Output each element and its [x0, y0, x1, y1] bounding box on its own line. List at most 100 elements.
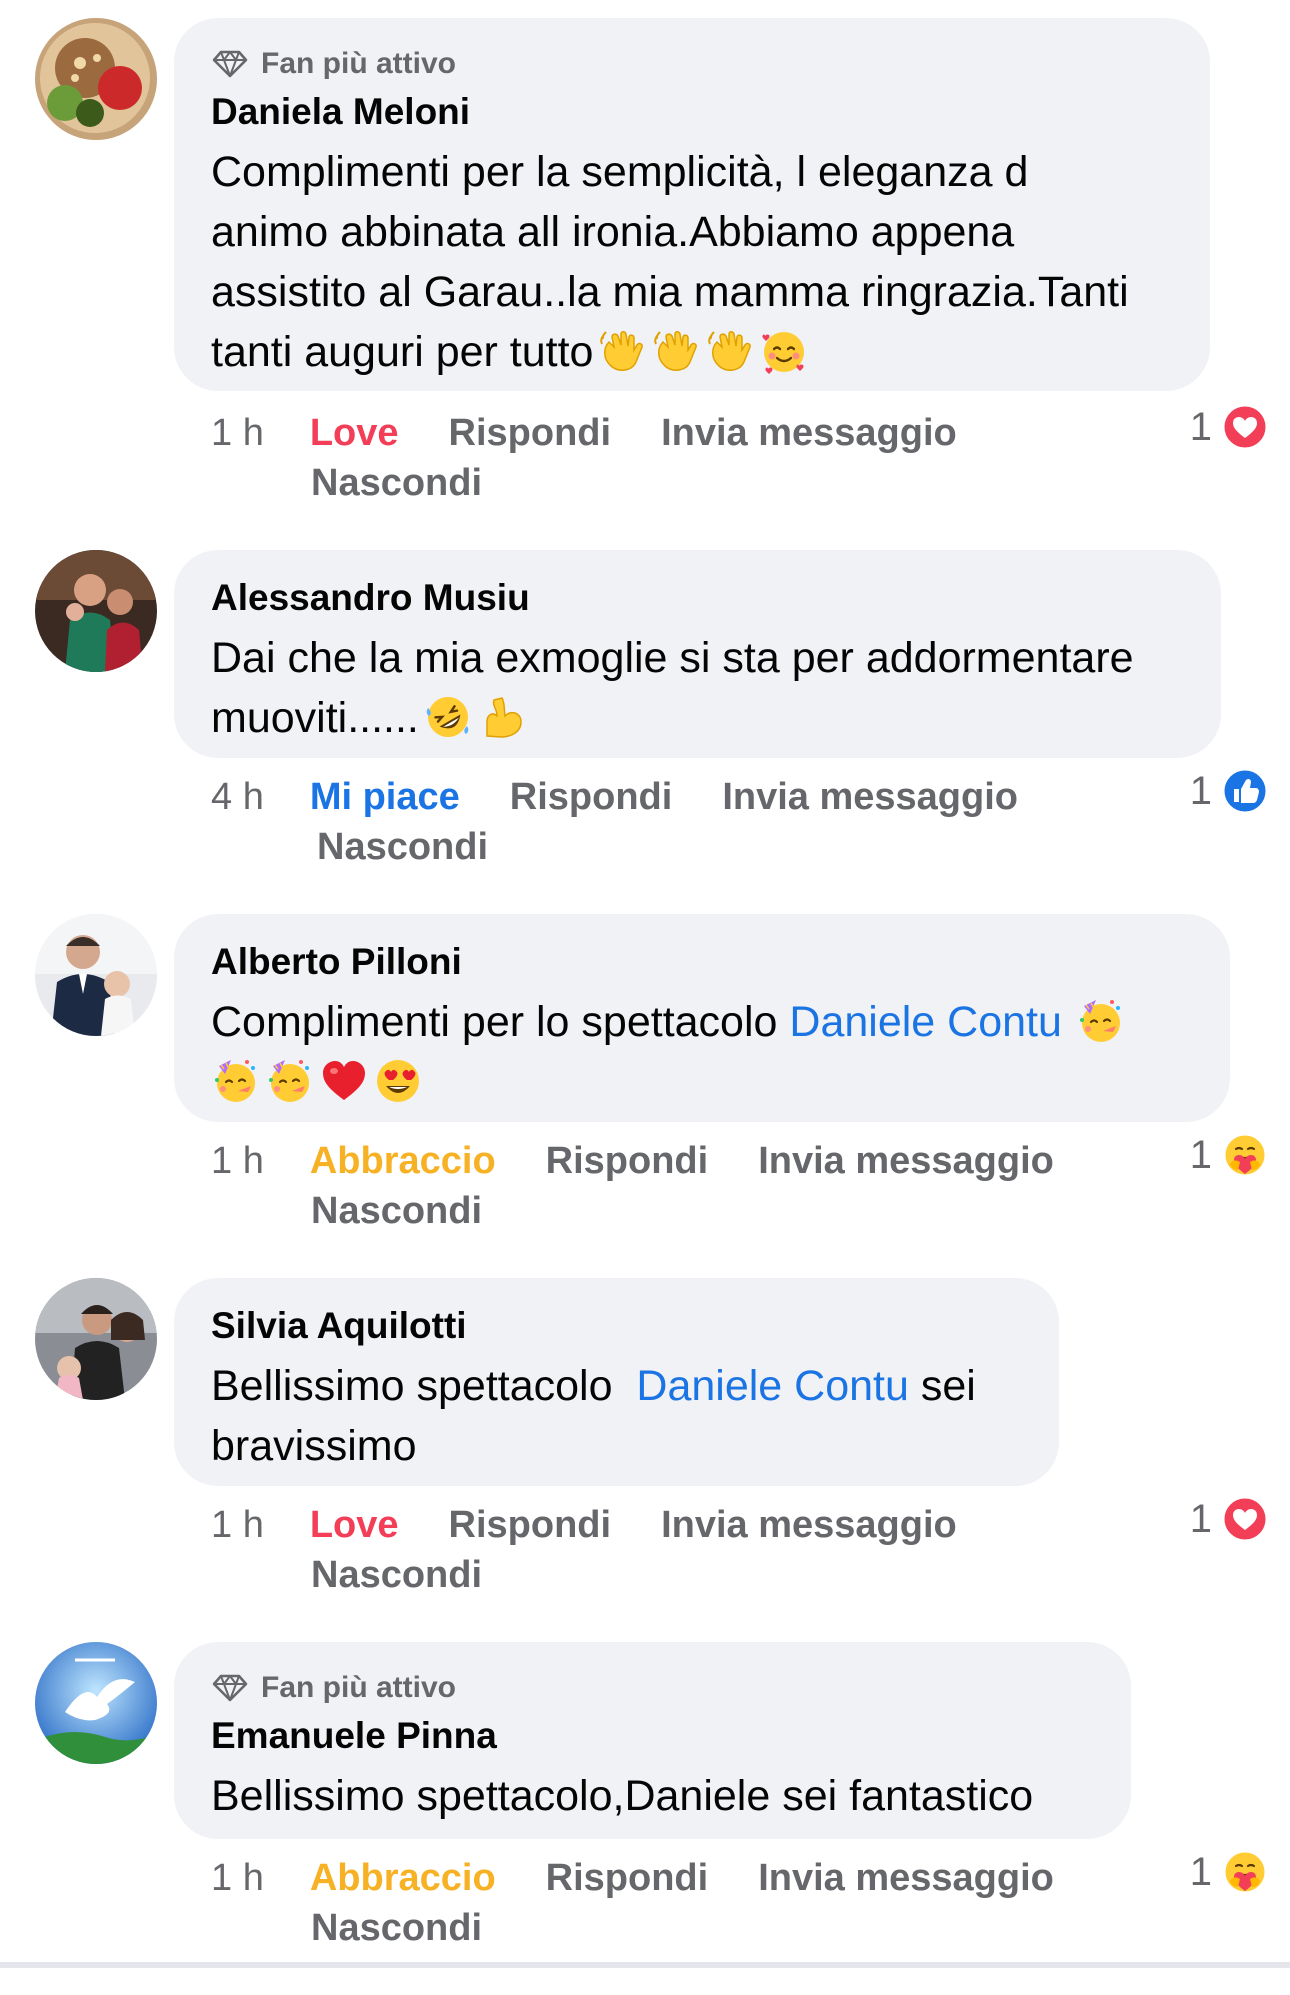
top-fan-badge: Fan più attivo	[211, 1668, 1095, 1708]
badge-label: Fan più attivo	[261, 47, 456, 80]
comment-text: Dai che la mia exmoglie si sta per addor…	[211, 628, 1185, 748]
comment-text-fragment: Complimenti per lo spettacolo	[211, 998, 790, 1046]
comment-text-line: assistito al Garau..la mia mamma ringraz…	[211, 268, 1129, 316]
reaction-love-button[interactable]: Love	[310, 1500, 399, 1550]
rolling-on-floor-laughing-icon	[423, 692, 473, 742]
waving-hand-icon	[597, 326, 647, 376]
comment-time[interactable]: 1 h	[211, 1136, 264, 1186]
love-icon	[1220, 402, 1270, 452]
comment-actions: 1 h Love Rispondi Invia messaggio Nascondi	[211, 408, 1011, 508]
reaction-summary[interactable]: 1	[1190, 402, 1270, 452]
comment-text-line: Complimenti per lo spettacolo Daniele Co…	[211, 992, 1194, 1052]
comment-bubble[interactable]: Alberto Pilloni Complimenti per lo spett…	[174, 914, 1230, 1122]
waving-hand-icon	[651, 326, 701, 376]
comment-bubble[interactable]: Fan più attivo Daniela Meloni Compliment…	[174, 18, 1210, 391]
hide-button[interactable]: Nascondi	[317, 822, 488, 872]
reply-button[interactable]: Rispondi	[449, 408, 612, 458]
comment-bubble[interactable]: Fan più attivo Emanuele Pinna Bellissimo…	[174, 1642, 1131, 1839]
reaction-count: 1	[1189, 1132, 1212, 1177]
care-icon	[1220, 1847, 1270, 1897]
comment-text-line: animo abbinata all ironia.Abbiamo appena	[211, 208, 1015, 256]
reaction-care-button[interactable]: Abbraccio	[310, 1136, 496, 1186]
comment-text-line: tanti auguri per tutto	[211, 322, 1174, 382]
reaction-love-button[interactable]: Love	[310, 408, 399, 458]
comment-text-fragment: sei	[908, 1362, 976, 1410]
comment-actions: 1 h Abbraccio Rispondi Invia messaggio Nasc…	[211, 1853, 1111, 1953]
avatar[interactable]	[35, 18, 157, 140]
top-fan-badge: Fan più attivo	[211, 44, 1174, 84]
comment-text-line: Bellissimo spettacolo Daniele Contu sei	[211, 1356, 1023, 1416]
diamond-icon	[211, 49, 249, 79]
avatar[interactable]	[35, 1278, 157, 1400]
reaction-count: 1	[1189, 1496, 1212, 1541]
comment-text: Complimenti per lo spettacolo Daniele Co…	[211, 992, 1194, 1112]
comment-actions: 1 h Love Rispondi Invia messaggio Nascondi	[211, 1500, 1011, 1600]
divider	[0, 1962, 1290, 1968]
comment-time[interactable]: 1 h	[211, 1853, 264, 1903]
mention-link[interactable]: Daniele Contu	[636, 1362, 909, 1410]
send-message-button[interactable]: Invia messaggio	[758, 1853, 1054, 1903]
avatar[interactable]	[35, 914, 157, 1036]
commenter-name[interactable]: Alberto Pilloni	[211, 940, 1194, 984]
hide-button[interactable]: Nascondi	[311, 458, 482, 508]
avatar[interactable]	[35, 1642, 157, 1764]
comment-text-line: Complimenti per la semplicità, l eleganz…	[211, 148, 1029, 196]
reaction-summary[interactable]: 1	[1190, 766, 1270, 816]
comment-text-line	[211, 1052, 1194, 1112]
comment-text-fragment: muoviti......	[211, 694, 419, 742]
partying-face-icon	[1076, 996, 1126, 1046]
smiling-face-with-hearts-icon	[759, 326, 809, 376]
hide-button[interactable]: Nascondi	[311, 1186, 482, 1236]
reaction-like-button[interactable]: Mi piace	[310, 772, 460, 822]
reaction-summary[interactable]: 1	[1190, 1130, 1270, 1180]
partying-face-icon	[265, 1056, 315, 1106]
commenter-name[interactable]: Alessandro Musiu	[211, 576, 1185, 620]
reaction-count: 1	[1189, 768, 1212, 813]
reply-button[interactable]: Rispondi	[449, 1500, 612, 1550]
commenter-name[interactable]: Emanuele Pinna	[211, 1714, 1095, 1758]
comment-text: Complimenti per la semplicità, l eleganz…	[211, 142, 1174, 382]
care-icon	[1220, 1130, 1270, 1180]
partying-face-icon	[211, 1056, 261, 1106]
comment-text-line: muoviti......	[211, 688, 1185, 748]
send-message-button[interactable]: Invia messaggio	[758, 1136, 1054, 1186]
diamond-icon	[211, 1673, 249, 1703]
reaction-care-button[interactable]: Abbraccio	[310, 1853, 496, 1903]
comment-text: Bellissimo spettacolo Daniele Contu sei …	[211, 1356, 1023, 1476]
comment-time[interactable]: 4 h	[211, 772, 264, 822]
commenter-name[interactable]: Daniela Meloni	[211, 90, 1174, 134]
avatar[interactable]	[35, 550, 157, 672]
reaction-summary[interactable]: 1	[1190, 1494, 1270, 1544]
badge-label: Fan più attivo	[261, 1671, 456, 1704]
reaction-summary[interactable]: 1	[1190, 1847, 1270, 1897]
commenter-name[interactable]: Silvia Aquilotti	[211, 1304, 1023, 1348]
send-message-button[interactable]: Invia messaggio	[722, 772, 1018, 822]
comment-actions: 1 h Abbraccio Rispondi Invia messaggio Nasc…	[211, 1136, 1111, 1236]
hide-button[interactable]: Nascondi	[311, 1903, 482, 1953]
hide-button[interactable]: Nascondi	[311, 1550, 482, 1600]
comment-text-fragment: tanti auguri per tutto	[211, 328, 594, 376]
reaction-count: 1	[1189, 404, 1212, 449]
heart-eyes-face-icon	[373, 1056, 423, 1106]
comment-bubble[interactable]: Alessandro Musiu Dai che la mia exmoglie…	[174, 550, 1221, 758]
comment-bubble[interactable]: Silvia Aquilotti Bellissimo spettacolo D…	[174, 1278, 1059, 1486]
love-icon	[1220, 1494, 1270, 1544]
reply-button[interactable]: Rispondi	[546, 1853, 709, 1903]
comment-text-line: bravissimo	[211, 1422, 417, 1470]
flexed-biceps-icon	[477, 692, 527, 742]
waving-hand-icon	[705, 326, 755, 376]
comment-text-line: Dai che la mia exmoglie si sta per addor…	[211, 634, 1134, 682]
reaction-count: 1	[1189, 1849, 1212, 1894]
comment-actions: 4 h Mi piace Rispondi Invia messaggio Nasco…	[211, 772, 1071, 872]
reply-button[interactable]: Rispondi	[510, 772, 673, 822]
send-message-button[interactable]: Invia messaggio	[661, 1500, 957, 1550]
comment-time[interactable]: 1 h	[211, 408, 264, 458]
red-heart-icon	[319, 1056, 369, 1106]
like-icon	[1220, 766, 1270, 816]
reply-button[interactable]: Rispondi	[546, 1136, 709, 1186]
comment-text-fragment: Bellissimo spettacolo	[211, 1362, 637, 1410]
mention-link[interactable]: Daniele Contu	[789, 998, 1062, 1046]
comment-time[interactable]: 1 h	[211, 1500, 264, 1550]
send-message-button[interactable]: Invia messaggio	[661, 408, 957, 458]
comment-text: Bellissimo spettacolo,Daniele sei fantas…	[211, 1772, 1034, 1820]
